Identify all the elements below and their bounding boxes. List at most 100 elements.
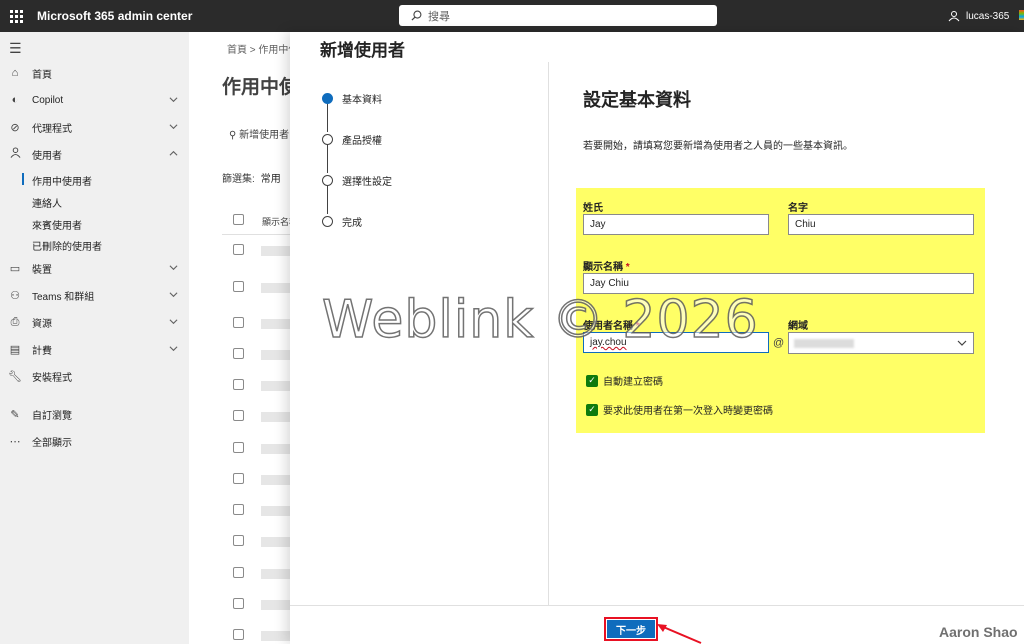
step-pending-icon (322, 134, 333, 145)
nav-label: 全部顯示 (32, 437, 72, 449)
last-name-value: Jay (590, 219, 606, 230)
domain-dropdown[interactable] (788, 332, 974, 354)
step-current-icon (322, 93, 333, 104)
table-row (261, 350, 290, 360)
row-checkbox[interactable] (233, 281, 244, 292)
row-checkbox[interactable] (233, 629, 244, 640)
nav-item-billing[interactable]: ▤ 計費 (0, 338, 189, 360)
row-checkbox[interactable] (233, 567, 244, 578)
table-row (261, 475, 290, 485)
search-placeholder: 搜尋 (428, 10, 450, 23)
row-checkbox[interactable] (233, 410, 244, 421)
nav-item-show-all[interactable]: ⋯ 全部顯示 (0, 430, 189, 452)
step-label: 基本資料 (342, 95, 382, 106)
domain-label: 網域 (788, 321, 808, 332)
search-box[interactable]: 搜尋 (399, 5, 717, 26)
row-checkbox[interactable] (233, 598, 244, 609)
add-user-link[interactable]: ⚲ 新增使用者 (229, 126, 289, 141)
hamburger-menu-icon[interactable]: ☰ (9, 40, 22, 57)
add-user-label: 新增使用者 (239, 130, 290, 141)
nav-item-copilot[interactable]: ◐ Copilot (0, 89, 189, 111)
row-checkbox[interactable] (233, 379, 244, 390)
nav-item-devices[interactable]: ▭ 裝置 (0, 257, 189, 279)
step-optional-settings[interactable]: 選擇性設定 (322, 173, 392, 188)
row-checkbox[interactable] (233, 504, 244, 515)
last-name-label: 姓氏 (583, 203, 603, 214)
app-launcher-icon[interactable] (0, 0, 32, 32)
table-row (261, 569, 290, 579)
step-pending-icon (322, 175, 333, 186)
table-row (261, 600, 290, 610)
nav-item-resources[interactable]: ⎙ 資源 (0, 311, 189, 333)
row-checkbox[interactable] (233, 317, 244, 328)
row-checkbox[interactable] (233, 348, 244, 359)
nav-subitem-active-users[interactable]: 作用中使用者 (32, 173, 92, 188)
display-name-label: 顯示名稱 * (583, 258, 630, 273)
filter-set[interactable]: 篩選集: 常用 (222, 170, 281, 185)
form-description: 若要開始，請填寫您要新增為使用者之人員的一些基本資訊。 (583, 141, 853, 152)
checkmark-icon: ✓ (586, 374, 598, 387)
nav-item-customize[interactable]: ✎ 自訂瀏覽 (0, 403, 189, 425)
user-name: lucas-365 (966, 10, 1010, 22)
table-row (261, 246, 290, 256)
column-header-display-name[interactable]: 顯示名稱 (262, 215, 290, 228)
add-user-icon: ⚲ (229, 130, 240, 141)
filter-value: 常用 (260, 174, 281, 185)
active-users-page: 首頁 > 作用中使 作用中使 ⚲ 新增使用者 篩選集: 常用 顯示名稱 (189, 32, 290, 644)
required-mark: * (625, 262, 630, 273)
step-product-licenses[interactable]: 產品授權 (322, 132, 382, 147)
nav-subitem-guest-users[interactable]: 來賓使用者 (32, 217, 82, 232)
table-row (261, 444, 290, 454)
row-checkbox[interactable] (233, 473, 244, 484)
next-button[interactable]: 下一步 (604, 617, 658, 641)
breadcrumb[interactable]: 首頁 > 作用中使 (227, 41, 290, 56)
top-bar: Microsoft 365 admin center 搜尋 lucas-365 (0, 0, 1024, 32)
footer-divider (290, 605, 1024, 606)
nav-label: 首頁 (32, 69, 52, 81)
devices-icon: ▭ (9, 262, 21, 275)
resources-icon: ⎙ (10, 315, 20, 328)
display-name-label-text: 顯示名稱 (583, 262, 623, 273)
chevron-down-icon (169, 319, 178, 325)
org-icon (948, 11, 960, 22)
nav-label: Teams 和群組 (32, 291, 95, 303)
first-name-field[interactable]: Chiu (788, 214, 974, 235)
nav-item-users[interactable]: 使用者 (0, 143, 189, 165)
nav-label: 使用者 (32, 150, 62, 162)
table-row (261, 506, 290, 516)
user-account[interactable]: lucas-365 (948, 0, 1009, 32)
nav-item-setup[interactable]: 🔧︎ 安裝程式 (0, 365, 189, 387)
auto-password-checkbox[interactable]: ✓ 自動建立密碼 (586, 373, 663, 388)
nav-item-home[interactable]: ⌂ 首頁 (0, 62, 189, 84)
table-row (261, 381, 290, 391)
nav-item-teams[interactable]: ⚇ Teams 和群組 (0, 284, 189, 306)
table-row (261, 631, 290, 641)
author-signature: Aaron Shao (939, 624, 1018, 640)
copilot-icon: ◐ (11, 94, 19, 106)
step-finish[interactable]: 完成 (322, 214, 362, 229)
chevron-down-icon (957, 340, 967, 346)
row-checkbox[interactable] (233, 244, 244, 255)
billing-icon: ▤ (9, 343, 21, 356)
nav-subitem-contacts[interactable]: 連絡人 (32, 195, 62, 210)
require-password-change-checkbox[interactable]: ✓ 要求此使用者在第一次登入時變更密碼 (586, 402, 773, 417)
nav-label: Copilot (32, 94, 64, 106)
row-checkbox[interactable] (233, 535, 244, 546)
nav-label: 代理程式 (32, 123, 72, 135)
more-icon: ⋯ (9, 435, 21, 448)
last-name-field[interactable]: Jay (583, 214, 769, 235)
app-title[interactable]: Microsoft 365 admin center (37, 9, 192, 23)
select-all-checkbox[interactable] (233, 214, 244, 225)
nav-subitem-deleted-users[interactable]: 已刪除的使用者 (32, 238, 102, 253)
setup-icon: 🔧︎ (8, 370, 22, 383)
row-checkbox[interactable] (233, 442, 244, 453)
nav-label: 資源 (32, 318, 52, 330)
filter-label: 篩選集: (222, 174, 255, 185)
table-row (261, 319, 290, 329)
step-basics[interactable]: 基本資料 (322, 91, 382, 106)
checkbox-label: 自動建立密碼 (603, 377, 663, 388)
watermark: Weblink © 2026 (321, 289, 759, 351)
nav-item-agents[interactable]: ⊘ 代理程式 (0, 116, 189, 138)
teams-icon: ⚇ (10, 289, 20, 302)
table-row (261, 537, 290, 547)
